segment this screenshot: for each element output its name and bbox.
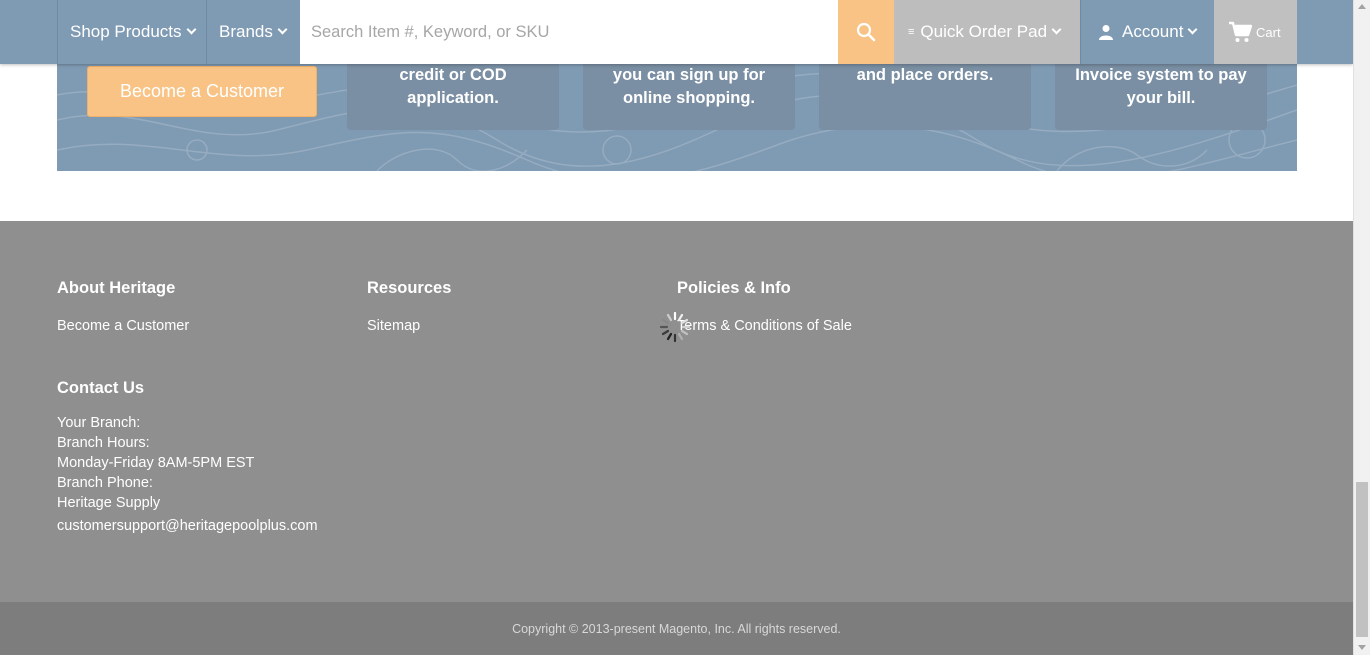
quick-order-pad-button[interactable]: ≡ Quick Order Pad xyxy=(894,0,1080,64)
info-card-text: application. xyxy=(407,89,499,107)
scroll-thumb[interactable] xyxy=(1356,482,1368,637)
footer-link-terms[interactable]: Terms & Conditions of Sale xyxy=(677,318,852,334)
copyright-text: Copyright © 2013-present Magento, Inc. A… xyxy=(512,621,841,636)
footer-link-sitemap[interactable]: Sitemap xyxy=(367,318,420,334)
brands-menu[interactable]: Brands xyxy=(206,0,300,64)
page: Become a Customer credit or COD applicat… xyxy=(0,0,1353,655)
cart-label: Cart xyxy=(1256,24,1281,40)
info-card-text: credit or COD xyxy=(399,66,507,84)
footer-contact-title: Contact Us xyxy=(57,379,145,397)
footer-resources-title: Resources xyxy=(367,279,452,297)
contact-company: Heritage Supply xyxy=(57,495,161,511)
account-menu[interactable]: Account xyxy=(1080,0,1215,64)
site-header: Shop Products Brands ≡ Quick Order Pad A… xyxy=(0,0,1353,64)
account-label: Account xyxy=(1122,22,1184,41)
shop-products-label: Shop Products xyxy=(70,22,182,41)
scroll-down-arrow-icon[interactable] xyxy=(1358,645,1366,650)
chevron-down-icon xyxy=(1187,24,1198,35)
chevron-down-icon xyxy=(1051,24,1062,35)
footer-about-title: About Heritage xyxy=(57,279,176,297)
search-icon xyxy=(856,22,876,42)
footer-policies: Policies & Info xyxy=(677,279,791,298)
quick-order-pad-label: Quick Order Pad xyxy=(920,22,1048,41)
cart-button[interactable]: Cart xyxy=(1214,0,1297,64)
become-customer-button[interactable]: Become a Customer xyxy=(87,66,317,117)
scroll-up-arrow-icon[interactable] xyxy=(1358,4,1366,9)
footer-policies-title: Policies & Info xyxy=(677,279,791,297)
page-scrollbar[interactable] xyxy=(1353,0,1370,655)
quick-order-icon: ≡ xyxy=(908,26,915,38)
contact-branch-hours: Branch Hours: xyxy=(57,435,150,451)
info-card-text: you can sign up for xyxy=(612,66,766,84)
search-input[interactable] xyxy=(300,0,838,64)
loading-spinner-icon xyxy=(659,311,691,343)
footer-contact: Contact Us xyxy=(57,379,144,398)
contact-hours-value: Monday-Friday 8AM-5PM EST xyxy=(57,455,255,471)
contact-branch: Your Branch: xyxy=(57,415,141,431)
brands-label: Brands xyxy=(219,22,273,41)
chevron-down-icon xyxy=(277,24,288,35)
user-icon xyxy=(1099,25,1113,40)
info-card-text: Invoice system to pay xyxy=(1075,66,1247,84)
copyright-bar: Copyright © 2013-present Magento, Inc. A… xyxy=(0,602,1353,655)
shop-products-menu[interactable]: Shop Products xyxy=(57,0,207,64)
contact-email-link[interactable]: customersupport@heritagepoolplus.com xyxy=(57,518,318,534)
info-card-text: your bill. xyxy=(1126,89,1196,107)
footer-about: About Heritage xyxy=(57,279,175,298)
chevron-down-icon xyxy=(186,24,196,35)
contact-branch-phone: Branch Phone: xyxy=(57,475,153,491)
cart-icon xyxy=(1229,21,1252,42)
search-button[interactable] xyxy=(838,0,894,64)
info-card-text: and place orders. xyxy=(856,66,994,84)
info-card-text: online shopping. xyxy=(623,89,755,107)
footer-resources: Resources xyxy=(367,279,451,298)
footer-link-become-customer[interactable]: Become a Customer xyxy=(57,318,189,334)
